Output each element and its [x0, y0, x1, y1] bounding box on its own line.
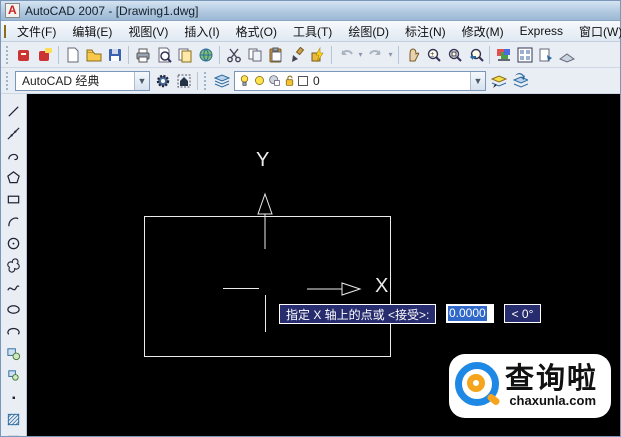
properties-icon[interactable] — [493, 44, 514, 65]
redo-dropdown-icon[interactable]: ▾ — [386, 44, 395, 65]
construction-line-tool-icon[interactable] — [4, 123, 24, 143]
toolbar-grip[interactable] — [6, 45, 10, 64]
workspace-combo-value: AutoCAD 经典 — [22, 74, 100, 88]
menu-edit[interactable]: 编辑(E) — [65, 21, 119, 42]
autocad-logo-icon — [5, 3, 20, 18]
insert-block-tool-icon[interactable] — [4, 343, 24, 363]
watermark-badge: 查询啦 chaxunla.com — [449, 354, 611, 418]
draw-toolbar — [1, 94, 27, 436]
pdf-export-icon[interactable] — [13, 44, 34, 65]
plot-preview-icon[interactable] — [153, 44, 174, 65]
new-file-icon[interactable] — [62, 44, 83, 65]
copy-icon[interactable] — [244, 44, 265, 65]
redo-icon[interactable] — [365, 44, 386, 65]
pdf-export-alt-icon[interactable] — [34, 44, 55, 65]
autocad-window: AutoCAD 2007 - [Drawing1.dwg] 文件(F) 编辑(E… — [0, 0, 621, 437]
dwf-globe-icon[interactable] — [195, 44, 216, 65]
markup-manager-icon[interactable] — [556, 44, 577, 65]
match-properties-icon[interactable] — [286, 44, 307, 65]
x-axis-arrow — [307, 282, 362, 296]
polygon-tool-icon[interactable] — [4, 167, 24, 187]
line-tool-icon[interactable] — [4, 101, 24, 121]
crosshair-bottom-segment — [265, 295, 266, 332]
y-axis-label: Y — [256, 149, 270, 171]
menu-format[interactable]: 格式(O) — [229, 21, 284, 42]
menu-draw[interactable]: 绘图(D) — [341, 21, 396, 42]
menu-file[interactable]: 文件(F) — [10, 21, 63, 42]
save-icon[interactable] — [104, 44, 125, 65]
drawing-file-icon[interactable] — [4, 24, 6, 38]
publish-icon[interactable] — [174, 44, 195, 65]
undo-dropdown-icon[interactable]: ▾ — [356, 44, 365, 65]
menu-bar: 文件(F) 编辑(E) 视图(V) 插入(I) 格式(O) 工具(T) 绘图(D… — [1, 21, 621, 42]
layer-color-swatch[interactable] — [298, 75, 308, 86]
x-axis-label: X — [375, 275, 389, 297]
menu-view[interactable]: 视图(V) — [121, 21, 175, 42]
toolbar-grip[interactable] — [6, 71, 10, 90]
make-block-tool-icon[interactable] — [4, 365, 24, 385]
hatch-tool-icon[interactable] — [4, 409, 24, 429]
chaxunla-logo-icon — [455, 362, 503, 410]
watermark-brand: 查询啦 — [505, 363, 599, 395]
dynamic-input-angle: < 0° — [504, 304, 541, 323]
sheetset-manager-icon[interactable] — [535, 44, 556, 65]
dynamic-input-prompt: 指定 X 轴上的点或 <接受>: — [279, 304, 437, 324]
circle-tool-icon[interactable] — [4, 233, 24, 253]
my-workspace-icon[interactable] — [173, 70, 194, 91]
pan-icon[interactable] — [402, 44, 423, 65]
ellipse-tool-icon[interactable] — [4, 299, 24, 319]
current-layer-name: 0 — [313, 73, 320, 88]
rectangle-tool-icon[interactable] — [4, 189, 24, 209]
crosshair-left-segment — [223, 288, 259, 289]
zoom-previous-icon[interactable] — [465, 44, 486, 65]
window-title: AutoCAD 2007 - [Drawing1.dwg] — [25, 3, 199, 18]
revision-cloud-tool-icon[interactable] — [4, 255, 24, 275]
make-object-layer-current-icon[interactable] — [488, 70, 509, 91]
menu-tools[interactable]: 工具(T) — [286, 21, 339, 42]
arc-tool-icon[interactable] — [4, 211, 24, 231]
menu-dimension[interactable]: 标注(N) — [398, 21, 453, 42]
workspace-combo[interactable]: AutoCAD 经典 ▼ — [15, 70, 150, 91]
open-icon[interactable] — [83, 44, 104, 65]
plot-icon[interactable] — [132, 44, 153, 65]
standard-toolbar: ▾ ▾ ± — [1, 42, 620, 68]
menu-modify[interactable]: 修改(M) — [455, 21, 511, 42]
layer-previous-icon[interactable] — [509, 70, 530, 91]
point-tool-icon[interactable] — [4, 387, 24, 407]
workspace-settings-gear-icon[interactable] — [152, 70, 173, 91]
watermark-domain: chaxunla.com — [509, 393, 597, 408]
chevron-down-icon[interactable]: ▼ — [470, 71, 485, 90]
block-editor-icon[interactable] — [307, 44, 328, 65]
polyline-tool-icon[interactable] — [4, 145, 24, 165]
workspace-layers-toolbar: AutoCAD 经典 ▼ 0 ▼ — [1, 68, 620, 94]
menu-express[interactable]: Express — [513, 22, 570, 40]
layers-icon[interactable] — [211, 70, 232, 91]
zoom-window-icon[interactable] — [444, 44, 465, 65]
layer-on-bulb-icon[interactable] — [238, 74, 251, 87]
dynamic-input-value: 0.0000 — [448, 306, 487, 321]
menu-window[interactable]: 窗口(W) — [572, 21, 621, 42]
layer-combo[interactable]: 0 ▼ — [234, 70, 486, 91]
y-axis-arrow — [257, 192, 273, 249]
chevron-down-icon[interactable]: ▼ — [134, 71, 149, 90]
undo-icon[interactable] — [335, 44, 356, 65]
dynamic-input-field[interactable]: 0.0000 — [446, 304, 494, 323]
toolbar-grip[interactable] — [204, 71, 208, 90]
layer-unlock-icon[interactable] — [283, 74, 296, 87]
designcenter-icon[interactable] — [514, 44, 535, 65]
layer-thaw-sun-icon[interactable] — [253, 74, 266, 87]
layer-viewport-freeze-icon[interactable] — [268, 74, 281, 87]
ellipse-arc-tool-icon[interactable] — [4, 321, 24, 341]
menu-insert[interactable]: 插入(I) — [177, 21, 226, 42]
cut-icon[interactable] — [223, 44, 244, 65]
gradient-tool-icon[interactable] — [4, 431, 24, 436]
zoom-realtime-icon[interactable]: ± — [423, 44, 444, 65]
paste-icon[interactable] — [265, 44, 286, 65]
spline-tool-icon[interactable] — [4, 277, 24, 297]
svg-text:±: ± — [430, 51, 434, 58]
title-bar: AutoCAD 2007 - [Drawing1.dwg] — [1, 1, 620, 21]
